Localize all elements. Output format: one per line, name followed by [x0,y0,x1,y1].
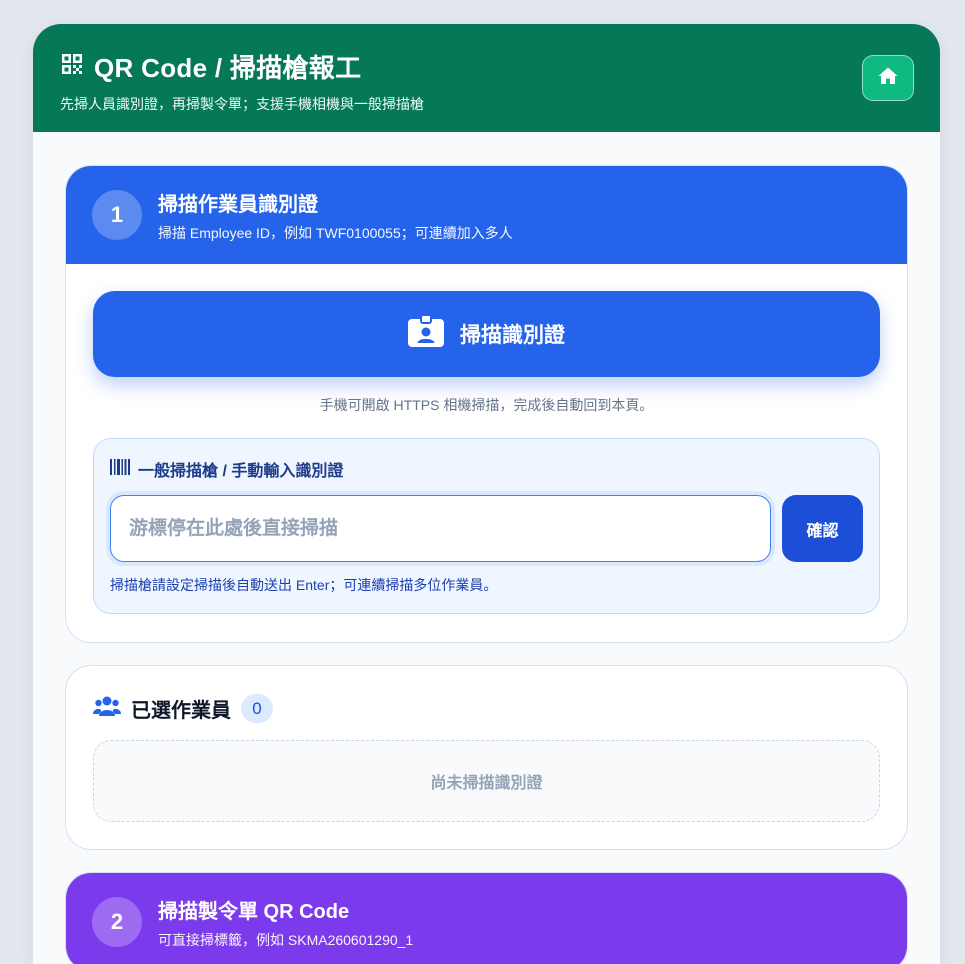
operator-count-badge: 0 [241,694,273,723]
qr-code-icon [60,52,84,81]
page-title: QR Code / 掃描槍報工 [94,53,362,83]
scan-id-button-label: 掃描識別證 [460,324,565,347]
app-window: QR Code / 掃描槍報工 先掃人員識別證，再掃製令單；支援手機相機與一般掃… [33,24,940,964]
step2-title: 掃描製令單 QR Code [158,900,350,923]
scan-id-button[interactable]: 掃描識別證 [93,291,880,377]
step2-header: 2 掃描製令單 QR Code 可直接掃標籤，例如 SKMA260601290_… [66,873,907,964]
barcode-icon [110,458,130,480]
scanner-note: 掃描槍請設定掃描後自動送出 Enter；可連續掃描多位作業員。 [110,577,498,593]
page-subtitle: 先掃人員識別證，再掃製令單；支援手機相機與一般掃描槍 [60,96,424,112]
page-header: QR Code / 掃描槍報工 先掃人員識別證，再掃製令單；支援手機相機與一般掃… [33,24,940,132]
empty-operators-placeholder: 尚未掃描識別證 [93,740,880,822]
manual-entry-label: 一般掃描槍 / 手動輸入識別證 [138,463,344,480]
selected-operators-card: 已選作業員 0 尚未掃描識別證 [65,665,908,850]
manual-entry-panel: 一般掃描槍 / 手動輸入識別證 確認 掃描槍請設定掃描後自動送出 Enter；可… [93,438,880,614]
home-icon [878,67,898,90]
users-icon [93,695,121,722]
step1-title: 掃描作業員識別證 [158,193,318,216]
step2-card: 2 掃描製令單 QR Code 可直接掃標籤，例如 SKMA260601290_… [65,872,908,964]
camera-hint: 手機可開啟 HTTPS 相機掃描，完成後自動回到本頁。 [319,397,654,413]
confirm-button[interactable]: 確認 [782,495,863,562]
step-number-badge: 1 [92,190,142,240]
step1-subtitle: 掃描 Employee ID，例如 TWF0100055；可連續加入多人 [158,224,513,241]
selected-operators-title: 已選作業員 [131,700,231,722]
id-badge-icon [408,314,444,353]
step1-header: 1 掃描作業員識別證 掃描 Employee ID，例如 TWF0100055；… [66,166,907,264]
step1-card: 1 掃描作業員識別證 掃描 Employee ID，例如 TWF0100055；… [65,165,908,643]
home-button[interactable] [862,55,914,101]
employee-id-input[interactable] [110,495,772,562]
